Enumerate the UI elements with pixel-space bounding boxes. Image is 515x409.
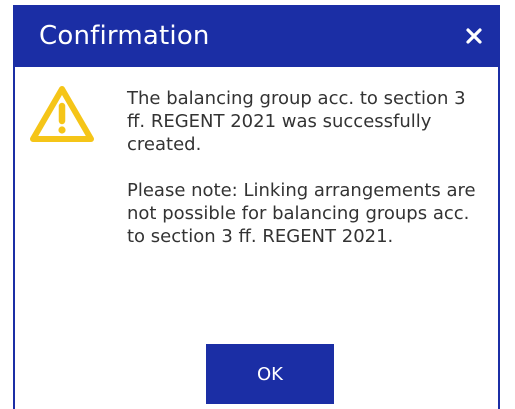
confirmation-dialog: Confirmation The balancing group acc. to… — [13, 5, 500, 409]
ok-button[interactable]: OK — [206, 344, 334, 404]
warning-triangle-icon — [29, 84, 95, 144]
dialog-titlebar: Confirmation — [13, 5, 500, 67]
message-paragraph: The balancing group acc. to section 3 ff… — [127, 88, 466, 155]
message-paragraph: Please note: Linking arrangements are no… — [127, 180, 476, 247]
close-icon[interactable] — [458, 20, 490, 52]
dialog-title: Confirmation — [39, 21, 210, 51]
dialog-message: The balancing group acc. to section 3 ff… — [127, 87, 482, 248]
